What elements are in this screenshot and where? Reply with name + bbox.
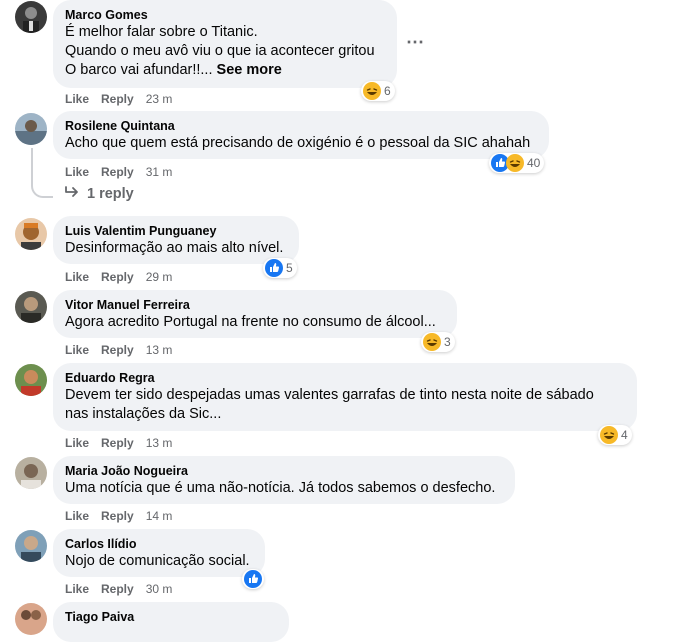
see-more-link[interactable]: See more [217,62,282,78]
comment-author[interactable]: Carlos Ilídio [65,536,253,552]
comment-text-line: Devem ter sido despejadas umas valentes … [65,387,594,403]
comment-author[interactable]: Luis Valentim Punguaney [65,223,287,239]
avatar[interactable] [15,113,47,145]
comment-author[interactable]: Eduardo Regra [65,370,625,386]
comment-timestamp[interactable]: 31 m [146,164,173,180]
comment-timestamp[interactable]: 13 m [146,342,173,358]
comment-bubble: Maria João Nogueira Uma notícia que é um… [53,456,515,504]
reply-button[interactable]: Reply [101,508,134,524]
haha-icon [506,154,524,172]
reply-arrow-icon [65,186,79,202]
haha-icon [363,82,381,100]
comment-bubble: Marco Gomes É melhor falar sobre o Titan… [53,0,397,88]
reaction-count: 5 [286,261,293,275]
comment-bubble: Tiago Paiva [53,602,289,642]
comment-actions: Like Reply 30 m [65,581,172,597]
comment-bubble: Rosilene Quintana Acho que quem está pre… [53,111,549,159]
comment-author[interactable]: Maria João Nogueira [65,463,503,479]
more-options-icon[interactable]: ⋯ [406,32,425,53]
comment-bubble: Carlos Ilídio Nojo de comunicação social… [53,529,265,577]
comment-text-line: nas instalações da Sic... [65,406,222,422]
like-button[interactable]: Like [65,164,89,180]
like-button[interactable]: Like [65,435,89,451]
comment-timestamp[interactable]: 30 m [146,581,173,597]
avatar[interactable] [15,218,47,250]
like-icon [244,570,262,588]
comment-author[interactable]: Vitor Manuel Ferreira [65,297,445,313]
comment-bubble: Vitor Manuel Ferreira Agora acredito Por… [53,290,457,338]
comment-text-last: O barco vai afundar!!... [65,62,213,78]
comment-text-line: Quando o meu avô viu o que ia acontecer … [65,43,375,59]
comment-actions: Like Reply 14 m [65,508,172,524]
reaction-count: 6 [384,84,391,98]
view-replies-link[interactable]: 1 reply [65,186,134,202]
avatar[interactable] [15,1,47,33]
reply-button[interactable]: Reply [101,269,134,285]
reply-button[interactable]: Reply [101,342,134,358]
comment-text-line: Uma notícia que é uma não-notícia. Já to… [65,480,496,496]
reaction-summary[interactable]: 4 [598,425,632,445]
haha-icon [600,426,618,444]
comment-actions: Like Reply 29 m [65,269,172,285]
avatar[interactable] [15,364,47,396]
reaction-count: 40 [527,156,541,170]
reaction-summary[interactable] [242,569,264,589]
comment-timestamp[interactable]: 14 m [146,508,173,524]
comment-bubble: Eduardo Regra Devem ter sido despejadas … [53,363,637,431]
reaction-count: 3 [444,335,451,349]
reply-button[interactable]: Reply [101,164,134,180]
like-button[interactable]: Like [65,581,89,597]
comment-bubble: Luis Valentim Punguaney Desinformação ao… [53,216,299,264]
replies-count-label[interactable]: 1 reply [87,186,134,202]
like-button[interactable]: Like [65,342,89,358]
reaction-summary[interactable]: 40 [489,153,545,173]
comment-author[interactable]: Rosilene Quintana [65,118,537,134]
reply-button[interactable]: Reply [101,581,134,597]
like-button[interactable]: Like [65,508,89,524]
comment-text-line: O barco vai afundar!!... See more [65,61,385,80]
like-button[interactable]: Like [65,91,89,107]
thread-connector [31,148,53,198]
haha-icon [423,333,441,351]
comment-timestamp[interactable]: 13 m [146,435,173,451]
comment-actions: Like Reply 13 m [65,342,172,358]
like-button[interactable]: Like [65,269,89,285]
avatar[interactable] [15,530,47,562]
reply-button[interactable]: Reply [101,435,134,451]
comment-actions: Like Reply 23 m [65,91,172,107]
comment-actions: Like Reply 31 m [65,164,172,180]
reaction-summary[interactable]: 6 [361,81,395,101]
comment-actions: Like Reply 13 m [65,435,172,451]
comment-text-line: É melhor falar sobre o Titanic. [65,24,258,40]
like-icon [265,259,283,277]
comment-timestamp[interactable]: 23 m [146,91,173,107]
avatar[interactable] [15,457,47,489]
avatar[interactable] [15,603,47,635]
comment-text-line: Nojo de comunicação social. [65,553,250,569]
comment-text-line: Desinformação ao mais alto nível. [65,240,284,256]
reaction-count: 4 [621,428,628,442]
avatar[interactable] [15,291,47,323]
comment-author[interactable]: Marco Gomes [65,7,385,23]
comment-text-line: Acho que quem está precisando de oxigéni… [65,135,531,151]
reaction-summary[interactable]: 5 [263,258,297,278]
reply-button[interactable]: Reply [101,91,134,107]
comment-timestamp[interactable]: 29 m [146,269,173,285]
reaction-summary[interactable]: 3 [421,332,455,352]
comment-text-line: Agora acredito Portugal na frente no con… [65,314,436,330]
